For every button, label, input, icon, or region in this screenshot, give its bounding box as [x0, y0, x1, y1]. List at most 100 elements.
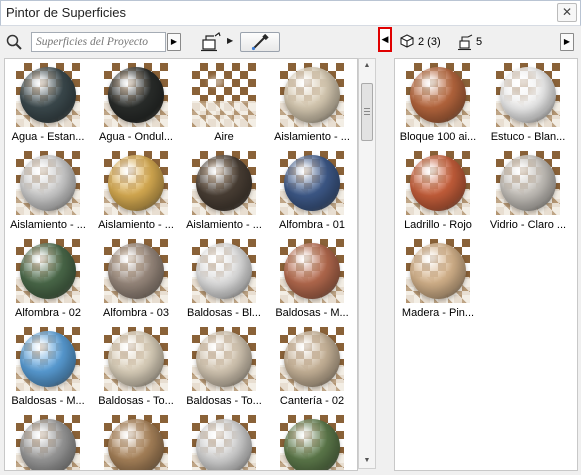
- surface-thumbnail: [406, 239, 470, 303]
- surface-thumbnail: [104, 151, 168, 215]
- paint-options-arrow[interactable]: ▶: [227, 36, 233, 45]
- surface-thumbnail: [406, 151, 470, 215]
- surface-thumbnail: [16, 415, 80, 470]
- surface-thumbnail: [192, 415, 256, 470]
- project-surface-tile[interactable]: Ladrillo - Rojo: [395, 151, 481, 231]
- material-sphere: [20, 331, 76, 387]
- scroll-down-arrow[interactable]: ▼: [359, 454, 375, 468]
- library-surface-tile[interactable]: Baldosas - To...: [181, 327, 267, 407]
- project-surface-tile[interactable]: Vidrio - Claro ...: [485, 151, 571, 231]
- library-surface-tile[interactable]: Baldosas - M...: [269, 239, 355, 319]
- library-surface-tile[interactable]: Alfombra - 01: [269, 151, 355, 231]
- library-surface-label: Alfombra - 02: [14, 307, 82, 319]
- collapse-panel-toggle[interactable]: ◀: [378, 27, 392, 52]
- scroll-up-arrow[interactable]: ▲: [359, 59, 375, 73]
- surface-thumbnail: [496, 151, 560, 215]
- surface-count: 2 (3): [418, 36, 441, 48]
- project-surfaces-header: 2 (3) 5 ▶: [394, 30, 576, 54]
- material-sphere: [20, 155, 76, 211]
- library-surface-tile[interactable]: [5, 415, 91, 470]
- library-surface-tile[interactable]: Baldosas - To...: [93, 327, 179, 407]
- material-sphere: [108, 331, 164, 387]
- library-surface-tile[interactable]: [269, 415, 355, 470]
- material-sphere: [284, 67, 340, 123]
- library-surface-label: Baldosas - Bl...: [187, 307, 261, 319]
- library-surface-label: Baldosas - M...: [11, 395, 85, 407]
- surface-thumbnail: [192, 327, 256, 391]
- library-surface-tile[interactable]: Cantería - 02: [269, 327, 355, 407]
- library-surface-tile[interactable]: Aislamiento - ...: [269, 63, 355, 143]
- material-sphere: [108, 155, 164, 211]
- right-panel-options-button[interactable]: ▶: [560, 33, 574, 51]
- title-bar: Pintor de Superficies ✕: [0, 0, 581, 26]
- library-surface-label: Aislamiento - ...: [98, 219, 174, 231]
- material-sphere: [196, 331, 252, 387]
- surface-thumbnail: [192, 151, 256, 215]
- library-scrollbar[interactable]: ▲ ▼: [358, 58, 376, 469]
- surface-thumbnail: [280, 327, 344, 391]
- eyedropper-button[interactable]: [240, 32, 280, 52]
- project-surface-label: Madera - Pin...: [401, 307, 475, 319]
- project-surfaces-grid[interactable]: Bloque 100 ai... Estuco - Blan... Ladrillo…: [394, 58, 578, 471]
- material-sphere: [410, 67, 466, 123]
- library-surface-tile[interactable]: Aire: [181, 63, 267, 143]
- library-surface-tile[interactable]: Aislamiento - ...: [93, 151, 179, 231]
- surface-thumbnail: [280, 415, 344, 470]
- surface-thumbnail: [16, 239, 80, 303]
- material-sphere: [20, 67, 76, 123]
- surface-thumbnail: [192, 239, 256, 303]
- project-surface-tile[interactable]: Bloque 100 ai...: [395, 63, 481, 143]
- search-toolbar: ▶ ▶: [4, 30, 380, 54]
- library-surface-tile[interactable]: Agua - Estan...: [5, 63, 91, 143]
- project-surface-label: Estuco - Blan...: [490, 131, 566, 143]
- paint-bucket-icon[interactable]: [200, 32, 222, 52]
- project-surface-label: Ladrillo - Rojo: [404, 219, 472, 231]
- surface-thumbnail: [406, 63, 470, 127]
- material-sphere: [108, 243, 164, 299]
- material-sphere: [196, 243, 252, 299]
- surface-thumbnail: [104, 63, 168, 127]
- library-surface-tile[interactable]: [93, 415, 179, 470]
- library-surface-label: Agua - Estan...: [11, 131, 85, 143]
- project-surface-label: Vidrio - Claro ...: [489, 219, 567, 231]
- library-surface-label: Baldosas - M...: [275, 307, 349, 319]
- library-surface-label: Aislamiento - ...: [274, 131, 350, 143]
- library-surface-tile[interactable]: Aislamiento - ...: [5, 151, 91, 231]
- material-sphere: [410, 155, 466, 211]
- project-surface-label: Bloque 100 ai...: [399, 131, 477, 143]
- material-sphere: [500, 155, 556, 211]
- surface-library-grid[interactable]: Agua - Estan... Agua - Ondul... Aire Aislam…: [4, 58, 358, 471]
- material-sphere: [284, 155, 340, 211]
- surface-thumbnail: [16, 151, 80, 215]
- library-surface-tile[interactable]: Baldosas - M...: [5, 327, 91, 407]
- library-surface-label: Alfombra - 01: [278, 219, 346, 231]
- library-surface-tile[interactable]: Alfombra - 02: [5, 239, 91, 319]
- paint-bucket-icon: [458, 34, 473, 51]
- material-sphere: [284, 331, 340, 387]
- material-sphere: [284, 243, 340, 299]
- paint-count: 5: [476, 36, 483, 48]
- material-sphere: [20, 243, 76, 299]
- surface-thumbnail: [104, 327, 168, 391]
- material-sphere: [284, 419, 340, 470]
- surface-thumbnail: [280, 63, 344, 127]
- library-surface-tile[interactable]: Agua - Ondul...: [93, 63, 179, 143]
- library-surface-label: Agua - Ondul...: [99, 131, 173, 143]
- library-surface-tile[interactable]: Aislamiento - ...: [181, 151, 267, 231]
- library-surface-tile[interactable]: [181, 415, 267, 470]
- library-surface-tile[interactable]: Alfombra - 03: [93, 239, 179, 319]
- surface-thumbnail: [16, 63, 80, 127]
- search-input[interactable]: [31, 32, 166, 52]
- surface-thumbnail: [104, 415, 168, 470]
- library-surface-tile[interactable]: Baldosas - Bl...: [181, 239, 267, 319]
- scroll-thumb[interactable]: [361, 83, 373, 141]
- project-surface-tile[interactable]: Madera - Pin...: [395, 239, 481, 319]
- material-sphere: [196, 419, 252, 470]
- close-button[interactable]: ✕: [557, 3, 577, 22]
- library-surface-label: Baldosas - To...: [98, 395, 174, 407]
- cube-icon: [400, 34, 414, 48]
- search-options-button[interactable]: ▶: [167, 33, 181, 51]
- project-surface-tile[interactable]: Estuco - Blan...: [485, 63, 571, 143]
- search-icon: [6, 34, 22, 50]
- library-surface-label: Baldosas - To...: [186, 395, 262, 407]
